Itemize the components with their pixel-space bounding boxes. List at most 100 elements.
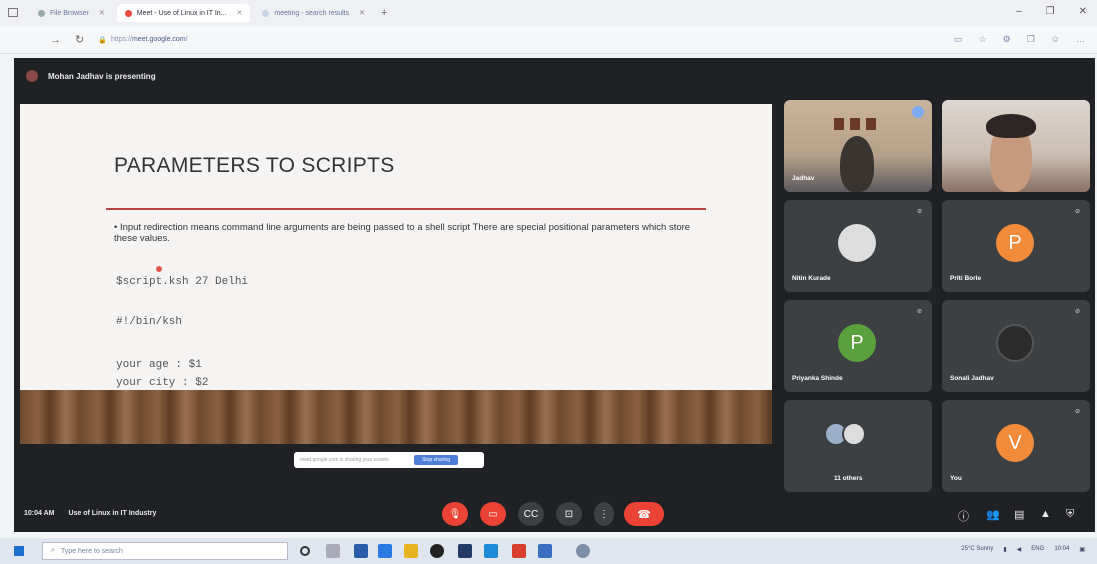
browser-app-icon[interactable] xyxy=(576,544,590,558)
store-icon[interactable] xyxy=(458,544,472,558)
system-tray: 25°C Sunny ▮ ◀ ENG 10:04 ▣ xyxy=(961,546,1085,553)
participant-hair xyxy=(986,114,1036,138)
close-window-button[interactable]: ✕ xyxy=(1079,6,1087,17)
profile-icon[interactable]: ☺ xyxy=(1051,34,1060,45)
participant-tile[interactable]: Jadhav xyxy=(784,100,932,192)
maximize-button[interactable]: ❐ xyxy=(1046,6,1055,17)
code-line: your age : $1 xyxy=(116,359,202,371)
meeting-time: 10:04 AM xyxy=(24,510,55,517)
info-icon[interactable]: ⓘ xyxy=(958,508,969,524)
leave-call-button[interactable]: ☎ xyxy=(624,502,664,526)
new-tab-button[interactable]: + xyxy=(381,7,387,19)
captions-button[interactable]: CC xyxy=(518,502,544,526)
screen-sharing-bar: meet.google.com is sharing your screen S… xyxy=(294,452,484,468)
language-indicator[interactable]: ENG xyxy=(1031,546,1044,553)
lock-icon[interactable]: 🔒 xyxy=(98,36,107,44)
laser-pointer xyxy=(156,266,162,272)
clock[interactable]: 10:04 xyxy=(1054,546,1069,553)
participant-avatar: P xyxy=(996,224,1034,262)
presentation-slide: PARAMETERS TO SCRIPTS • Input redirectio… xyxy=(20,104,772,444)
favorite-icon[interactable]: ☆ xyxy=(979,34,987,45)
file-explorer-icon[interactable] xyxy=(404,544,418,558)
browser-tab-meet[interactable]: Meet - Use of Linux in IT In... ✕ xyxy=(116,4,251,22)
mic-off-icon: ⊘ xyxy=(1074,309,1080,315)
more-icon[interactable]: … xyxy=(1076,34,1085,45)
dropbox-icon[interactable] xyxy=(378,544,392,558)
close-tab-icon[interactable]: ✕ xyxy=(99,9,105,17)
browser-tab-file-browser[interactable]: File Browser ✕ xyxy=(30,4,113,22)
mic-off-button[interactable]: 🎙 xyxy=(442,502,468,526)
chat-icon[interactable]: ▤ xyxy=(1014,508,1024,521)
mic-off-icon: ⊘ xyxy=(1074,409,1080,415)
camera-off-button[interactable]: ▭ xyxy=(480,502,506,526)
meet-window: Mohan Jadhav is presenting PARAMETERS TO… xyxy=(14,58,1095,532)
collections-icon[interactable]: ❐ xyxy=(1027,34,1035,45)
folder-icon xyxy=(38,9,45,17)
tab-actions-icon[interactable] xyxy=(8,8,18,17)
window-controls: – ❐ ✕ xyxy=(1016,6,1087,17)
presenter-text: Mohan Jadhav is presenting xyxy=(48,71,156,81)
active-app-icon[interactable] xyxy=(538,544,552,558)
task-view-icon[interactable] xyxy=(326,544,340,558)
code-line: $script.ksh 27 Delhi xyxy=(116,276,249,288)
participant-tile[interactable]: P ⊘ Priyanka Shinde xyxy=(784,300,932,392)
reload-icon[interactable]: ↻ xyxy=(75,33,84,46)
network-icon[interactable]: ▮ xyxy=(1003,546,1006,553)
participant-tile-others[interactable]: 11 others xyxy=(784,400,932,492)
app-icon[interactable] xyxy=(354,544,368,558)
more-options-button[interactable]: ⋮ xyxy=(594,502,614,526)
search-icon: ⌕ xyxy=(51,547,55,554)
participant-name: Priti Borle xyxy=(950,275,982,282)
browser-tab-strip: File Browser ✕ Meet - Use of Linux in IT… xyxy=(0,0,1097,26)
url-host: meet.google.com xyxy=(131,36,186,43)
windows-start-icon[interactable] xyxy=(14,546,24,556)
code-line: your city : $2 xyxy=(116,377,209,389)
wall-frames xyxy=(834,118,876,130)
volume-icon[interactable]: ◀ xyxy=(1017,546,1022,553)
notifications-icon[interactable]: ▣ xyxy=(1079,546,1085,553)
url-field[interactable]: https://meet.google.com/ xyxy=(111,36,188,43)
others-avatars xyxy=(824,422,866,446)
meeting-info: 10:04 AM Use of Linux in IT Industry xyxy=(24,510,156,517)
activities-icon[interactable]: ▲ xyxy=(1040,508,1051,520)
presenter-banner: Mohan Jadhav is presenting xyxy=(26,70,156,82)
office-icon[interactable] xyxy=(512,544,526,558)
people-icon[interactable]: 👥 xyxy=(986,508,1000,521)
participant-tile[interactable]: ⊘ Sonali Jadhav xyxy=(942,300,1090,392)
weather-widget[interactable]: 25°C Sunny xyxy=(961,546,993,553)
code-line: #!/bin/ksh xyxy=(116,316,183,328)
taskbar-search[interactable]: ⌕ Type here to search xyxy=(42,542,288,560)
cortana-icon[interactable] xyxy=(300,546,310,556)
participant-tile[interactable]: ⊘ Nitin Kurade xyxy=(784,200,932,292)
present-button[interactable]: ⊡ xyxy=(556,502,582,526)
participant-video xyxy=(840,136,874,192)
sharing-text: meet.google.com is sharing your screen xyxy=(300,457,389,463)
meet-favicon-icon xyxy=(124,9,132,17)
participant-tile[interactable] xyxy=(942,100,1090,192)
read-aloud-icon[interactable]: ▭ xyxy=(954,34,963,45)
close-tab-icon[interactable]: ✕ xyxy=(237,9,243,17)
screen: File Browser ✕ Meet - Use of Linux in IT… xyxy=(0,0,1097,564)
stop-sharing-button[interactable]: Stop sharing xyxy=(414,455,458,465)
participant-tile[interactable]: P ⊘ Priti Borle xyxy=(942,200,1090,292)
mic-off-icon: ⊘ xyxy=(916,209,922,215)
participant-photo xyxy=(838,224,876,262)
participant-avatar: P xyxy=(838,324,876,362)
participant-name: Jadhav xyxy=(792,175,815,182)
host-controls-icon[interactable]: ⛨ xyxy=(1066,508,1074,521)
mic-off-icon: ⊘ xyxy=(1074,209,1080,215)
back-arrow-icon[interactable]: → xyxy=(50,34,61,46)
close-tab-icon[interactable]: ✕ xyxy=(359,9,365,17)
windows-taskbar: ⌕ Type here to search 25°C Sunny ▮ ◀ ENG… xyxy=(0,538,1097,564)
browser-tab-search[interactable]: meeting - search results ✕ xyxy=(254,4,373,22)
extensions-icon[interactable]: ⚙ xyxy=(1003,34,1011,45)
minimize-button[interactable]: – xyxy=(1016,6,1022,17)
address-bar: → ↻ 🔒 https://meet.google.com/ ▭ ☆ ⚙ ❐ ☺… xyxy=(0,26,1097,54)
edge-icon[interactable] xyxy=(484,544,498,558)
slide-bullet-text: Input redirection means command line arg… xyxy=(114,222,691,244)
participant-photo xyxy=(996,324,1034,362)
chrome-icon[interactable] xyxy=(430,544,444,558)
others-count: 11 others xyxy=(834,475,863,482)
participant-tile-self[interactable]: V ⊘ You xyxy=(942,400,1090,492)
participant-avatar: V xyxy=(996,424,1034,462)
